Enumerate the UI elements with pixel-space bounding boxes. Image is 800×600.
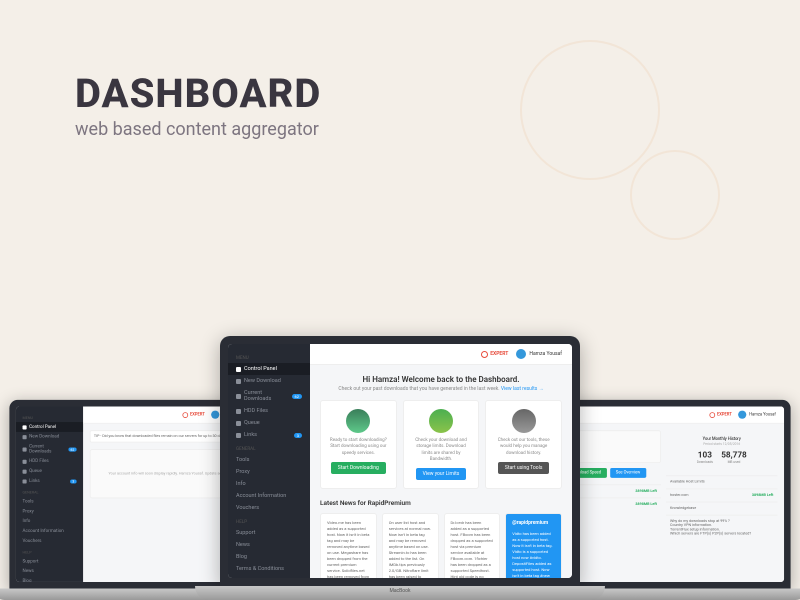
card-download: Ready to start downloading? Start downlo…	[320, 400, 397, 489]
card-limits: Check your download and storage limits. …	[403, 400, 480, 489]
download-icon	[236, 379, 241, 384]
card-tools: Check out our tools, these would help yo…	[485, 400, 562, 489]
user-menu[interactable]: Hamza Yousaf	[738, 411, 775, 419]
hdd-icon	[236, 409, 241, 414]
laptop-center: MENU Control Panel New Download Current …	[195, 336, 605, 600]
list-icon	[23, 447, 27, 451]
sidebar-item-links[interactable]: Links3	[16, 476, 83, 486]
panel-icon	[236, 367, 241, 372]
knowledgebase-title: Knowledgebase	[666, 502, 778, 515]
view-results-link[interactable]: View last results →	[501, 386, 544, 392]
welcome-title: Hi Hamza! Welcome back to the Dashboard.	[320, 375, 562, 384]
panel-icon	[23, 425, 27, 429]
see-overview-button[interactable]: See Overview	[610, 468, 646, 478]
hero: DASHBOARD web based content aggregator	[75, 70, 321, 140]
sidebar-item-control-panel[interactable]: Control Panel	[228, 363, 310, 375]
twitter-handle: @rapidpremium	[512, 520, 555, 528]
avatar	[738, 411, 746, 419]
news-title: Latest News for RapidPremium	[320, 499, 562, 507]
sidebar: MENU Control Panel New Download Current …	[228, 344, 310, 578]
sidebar-item-queue[interactable]: Queue	[16, 466, 83, 476]
chart-icon	[429, 409, 453, 433]
hero-subtitle: web based content aggregator	[75, 119, 321, 140]
mockup-group: MENU Control Panel New Download Current …	[0, 290, 800, 600]
sidebar-item-new-download[interactable]: New Download	[228, 375, 310, 387]
sidebar-item-hdd[interactable]: HDD Files	[228, 405, 310, 417]
rocket-icon	[346, 409, 370, 433]
sidebar-item-links[interactable]: Links3	[228, 429, 310, 441]
news-item: Video.me has been added as a supported h…	[320, 513, 377, 578]
user-menu[interactable]: Hamza Yousaf	[516, 349, 562, 359]
welcome-header: Hi Hamza! Welcome back to the Dashboard.…	[320, 375, 562, 392]
host-limits-label: Available Host Limits	[666, 475, 778, 488]
faq-list[interactable]: Why do my downloads stop at 99% ? Countr…	[666, 515, 778, 540]
news-item: On user list host and services at normal…	[382, 513, 439, 578]
topbar: EXPERT Hamza Yousaf	[310, 344, 572, 365]
plan-badge: EXPERT	[481, 351, 508, 358]
download-icon	[23, 435, 27, 439]
queue-icon	[236, 421, 241, 426]
hero-title: DASHBOARD	[75, 70, 321, 117]
link-icon	[236, 433, 241, 438]
plan-badge: EXPERT	[710, 412, 732, 418]
start-downloading-button[interactable]: Start Downloading	[331, 462, 386, 474]
link-icon	[23, 479, 27, 483]
document-icon	[512, 409, 536, 433]
monthly-history: Your Monthly History Period starts 12/05…	[666, 430, 778, 475]
twitter-card[interactable]: @rapidpremiumVidto has been added as a s…	[505, 513, 562, 578]
news-item: Dr.Icedr has been added as a supported h…	[444, 513, 501, 578]
view-limits-button[interactable]: View your Limits	[416, 468, 467, 480]
sidebar: MENU Control Panel New Download Current …	[16, 406, 83, 581]
avatar	[516, 349, 526, 359]
sidebar-item-current-downloads[interactable]: Current Downloads62	[228, 387, 310, 405]
hdd-icon	[23, 459, 27, 463]
sidebar-item-hdd[interactable]: HDD Files	[16, 457, 83, 467]
list-icon	[236, 394, 241, 399]
queue-icon	[23, 469, 27, 473]
sidebar-item-current-downloads[interactable]: Current Downloads62	[16, 442, 83, 457]
sidebar-item-control-panel[interactable]: Control Panel	[16, 422, 83, 432]
start-tools-button[interactable]: Start using Tools	[498, 462, 550, 474]
sidebar-item-queue[interactable]: Queue	[228, 417, 310, 429]
sidebar-item-new-download[interactable]: New Download	[16, 432, 83, 442]
laptop-label: MacBook	[195, 586, 605, 594]
